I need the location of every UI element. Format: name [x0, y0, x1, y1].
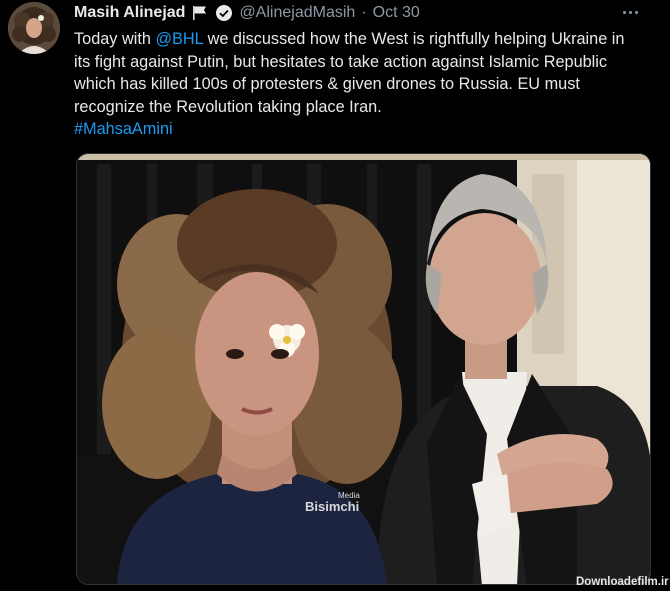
- tweet-line-3: which has killed 100s of protesters & gi…: [74, 75, 580, 93]
- tweet-line-2: its fight against Putin, but hesitates t…: [74, 52, 608, 71]
- hashtag-link[interactable]: #MahsaAmini: [74, 118, 660, 141]
- more-options-icon[interactable]: [618, 2, 642, 22]
- mention-link[interactable]: @BHL: [155, 30, 203, 48]
- text-segment: we discussed how the West is rightfully …: [203, 30, 625, 48]
- tweet-date[interactable]: Oct 30: [373, 4, 420, 22]
- tweet-photo[interactable]: Media Bisimchi: [76, 153, 651, 585]
- author-name[interactable]: Masih Alinejad: [74, 4, 185, 22]
- text-segment: Today with: [74, 30, 156, 48]
- flag-icon: [191, 5, 209, 21]
- tweet-text: Today with @BHL we discussed how the Wes…: [74, 28, 660, 141]
- verified-badge-icon: [215, 4, 233, 22]
- author-handle[interactable]: @AlinejadMasih: [239, 4, 355, 22]
- tweet-line-1: Today with @BHL we discussed how the Wes…: [74, 28, 660, 51]
- site-watermark: Downloadefilm.ir: [576, 576, 669, 588]
- avatar[interactable]: [8, 2, 60, 54]
- tweet-header: Masih Alinejad @AlinejadMasih · Oct 30: [74, 2, 644, 24]
- image-watermark: Bisimchi: [305, 499, 359, 514]
- tweet-line-4: recognize the Revolution taking place Ir…: [74, 97, 382, 116]
- separator-dot: ·: [361, 4, 367, 21]
- tweet[interactable]: Masih Alinejad @AlinejadMasih · Oct 30 T…: [0, 0, 670, 591]
